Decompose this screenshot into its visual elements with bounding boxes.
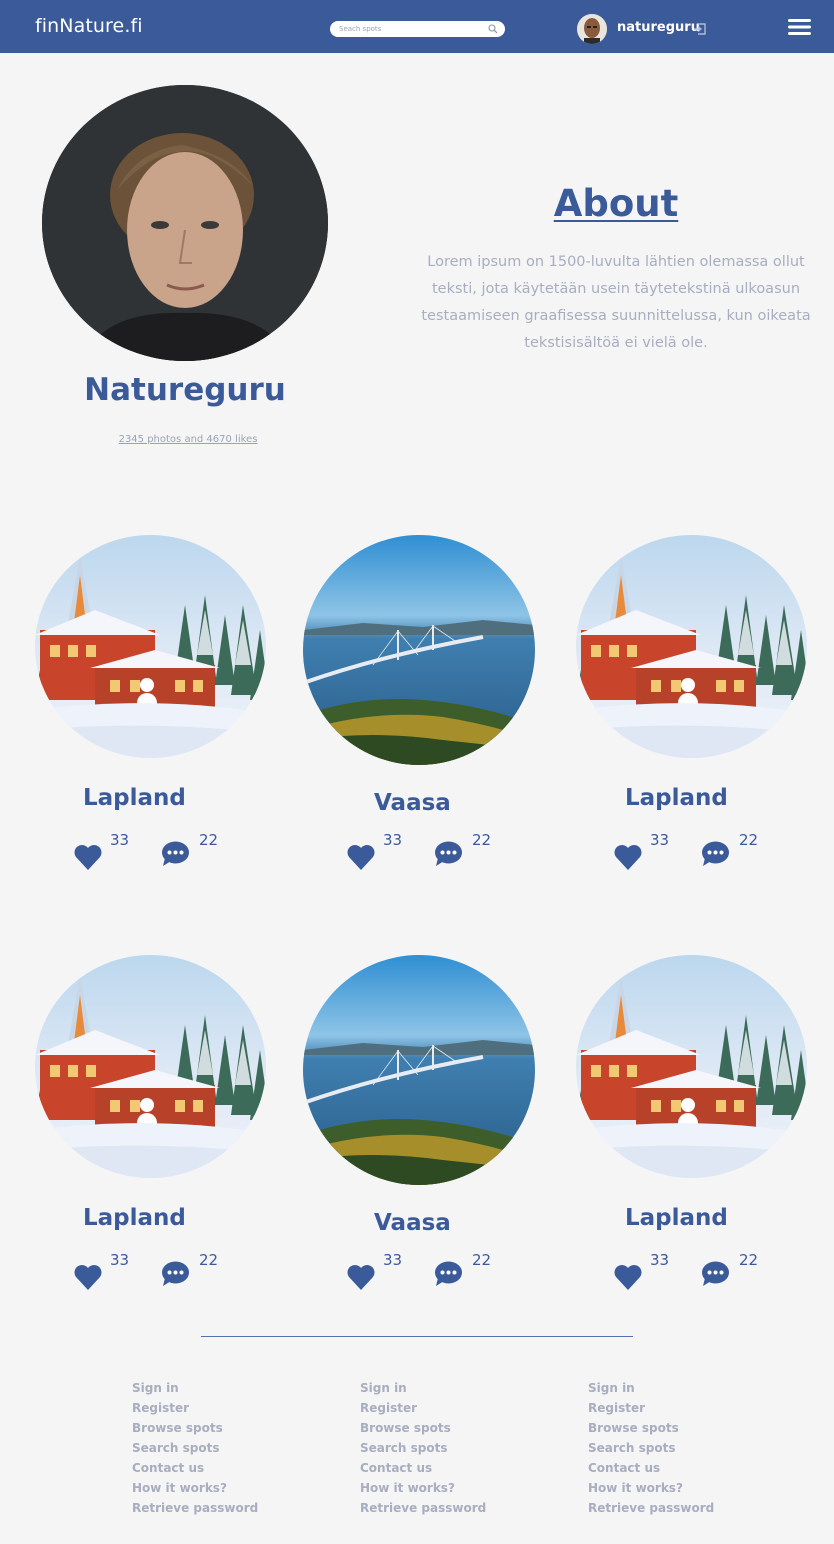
comment-icon[interactable] (701, 841, 730, 867)
footer-column-2: Sign in Register Browse spots Search spo… (360, 1378, 486, 1518)
footer-link-how-it-works[interactable]: How it works? (588, 1478, 714, 1498)
spot-title[interactable]: Lapland (83, 1205, 186, 1231)
search-bar[interactable] (330, 21, 505, 37)
footer-link-search-spots[interactable]: Search spots (360, 1438, 486, 1458)
username-label[interactable]: natureguru (617, 20, 700, 35)
footer-link-retrieve-password[interactable]: Retrieve password (588, 1498, 714, 1518)
like-count: 33 (383, 831, 403, 849)
footer-link-contact-us[interactable]: Contact us (360, 1458, 486, 1478)
profile-photo (42, 85, 328, 361)
footer-link-search-spots[interactable]: Search spots (132, 1438, 258, 1458)
like-count: 33 (650, 1251, 670, 1269)
spot-title[interactable]: Vaasa (374, 790, 451, 816)
comment-count: 22 (739, 831, 759, 849)
footer-link-how-it-works[interactable]: How it works? (360, 1478, 486, 1498)
footer-link-register[interactable]: Register (132, 1398, 258, 1418)
comment-icon[interactable] (161, 1261, 190, 1287)
spot-title[interactable]: Vaasa (374, 1210, 451, 1236)
footer-link-contact-us[interactable]: Contact us (588, 1458, 714, 1478)
comment-icon[interactable] (161, 841, 190, 867)
footer-link-browse-spots[interactable]: Browse spots (588, 1418, 714, 1438)
logout-icon[interactable] (692, 21, 708, 37)
spot-card[interactable]: Lapland 33 22 (35, 535, 269, 875)
spot-card[interactable]: Vaasa 33 22 (303, 955, 537, 1295)
about-text: Lorem ipsum on 1500-luvulta lähtien olem… (421, 254, 811, 351)
heart-icon[interactable] (73, 843, 103, 871)
about-heading: About (553, 182, 679, 225)
comment-count: 22 (472, 831, 492, 849)
footer-link-browse-spots[interactable]: Browse spots (132, 1418, 258, 1438)
spot-card[interactable]: Lapland 33 22 (576, 535, 810, 875)
heart-icon[interactable] (73, 1263, 103, 1291)
spot-photo[interactable] (303, 535, 535, 765)
comment-icon[interactable] (701, 1261, 730, 1287)
heart-icon[interactable] (613, 843, 643, 871)
footer-column-3: Sign in Register Browse spots Search spo… (588, 1378, 714, 1518)
comment-icon[interactable] (434, 841, 463, 867)
footer-link-how-it-works[interactable]: How it works? (132, 1478, 258, 1498)
footer-link-search-spots[interactable]: Search spots (588, 1438, 714, 1458)
like-count: 33 (110, 831, 130, 849)
footer-link-register[interactable]: Register (360, 1398, 486, 1418)
heart-icon[interactable] (346, 1263, 376, 1291)
footer-link-browse-spots[interactable]: Browse spots (360, 1418, 486, 1438)
spot-photo[interactable] (576, 955, 807, 1178)
site-logo[interactable]: finNature.fi (35, 15, 143, 37)
like-count: 33 (650, 831, 670, 849)
spot-title[interactable]: Lapland (625, 1205, 728, 1231)
like-count: 33 (110, 1251, 130, 1269)
search-input[interactable] (339, 23, 484, 35)
footer-link-sign-in[interactable]: Sign in (588, 1378, 714, 1398)
like-count: 33 (383, 1251, 403, 1269)
spot-photo[interactable] (576, 535, 807, 758)
spot-photo[interactable] (35, 535, 266, 758)
top-navbar: finNature.fi natureguru (0, 0, 834, 53)
footer-link-sign-in[interactable]: Sign in (132, 1378, 258, 1398)
footer-divider (201, 1336, 633, 1337)
comment-icon[interactable] (434, 1261, 463, 1287)
footer-link-contact-us[interactable]: Contact us (132, 1458, 258, 1478)
footer-link-register[interactable]: Register (588, 1398, 714, 1418)
spot-title[interactable]: Lapland (83, 785, 186, 811)
comment-count: 22 (199, 831, 219, 849)
footer-column-1: Sign in Register Browse spots Search spo… (132, 1378, 258, 1518)
footer-link-retrieve-password[interactable]: Retrieve password (132, 1498, 258, 1518)
user-avatar[interactable] (577, 14, 607, 44)
profile-name: Natureguru (84, 372, 286, 408)
spot-card[interactable]: Lapland 33 22 (35, 955, 269, 1295)
comment-count: 22 (199, 1251, 219, 1269)
hamburger-menu-icon[interactable] (788, 18, 811, 36)
footer-link-sign-in[interactable]: Sign in (360, 1378, 486, 1398)
footer-link-retrieve-password[interactable]: Retrieve password (360, 1498, 486, 1518)
spot-photo[interactable] (35, 955, 266, 1178)
search-icon[interactable] (488, 24, 498, 34)
spot-card[interactable]: Vaasa 33 22 (303, 535, 537, 875)
heart-icon[interactable] (613, 1263, 643, 1291)
spot-card[interactable]: Lapland 33 22 (576, 955, 810, 1295)
comment-count: 22 (472, 1251, 492, 1269)
heart-icon[interactable] (346, 843, 376, 871)
spot-title[interactable]: Lapland (625, 785, 728, 811)
profile-stats-link[interactable]: 2345 photos and 4670 likes (42, 434, 334, 445)
comment-count: 22 (739, 1251, 759, 1269)
spot-photo[interactable] (303, 955, 535, 1185)
